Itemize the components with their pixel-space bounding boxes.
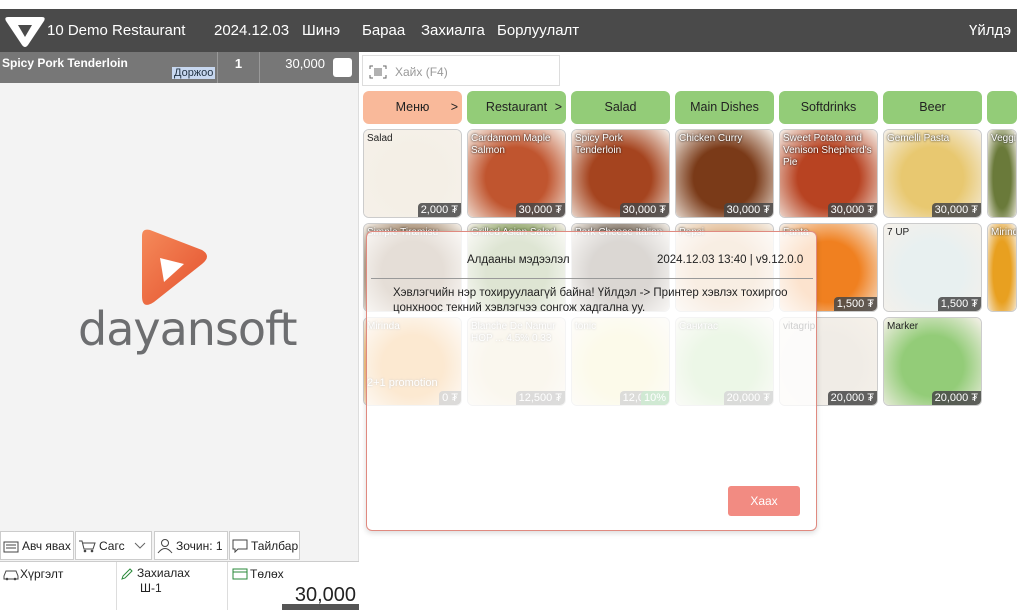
category-label: Main Dishes (690, 100, 759, 114)
user-icon (157, 538, 173, 553)
cash-icon (232, 568, 248, 580)
product-tile[interactable]: Spicy Pork Tenderloin 30,000 ₮ (571, 129, 670, 218)
category-tab[interactable]: Main Dishes (675, 91, 774, 124)
product-price: 30,000 ₮ (619, 203, 669, 217)
guests-button[interactable]: Зочин: 1 (154, 531, 228, 560)
product-name: Sweet Potato and Venison Shepherd's Pie (783, 133, 872, 168)
product-tile[interactable]: Sweet Potato and Venison Shepherd's Pie 3… (779, 129, 878, 218)
category-arrow: > (450, 100, 458, 114)
guests-label: Зочин: 1 (176, 538, 223, 553)
pay-label: Төлөх (250, 567, 284, 581)
product-price: 1,500 ₮ (833, 297, 877, 311)
app-logo-icon[interactable] (4, 13, 46, 49)
dialog-title: Алдааны мэдээлэл (467, 254, 570, 266)
car-icon (3, 570, 19, 581)
comment-icon (232, 539, 248, 553)
category-label: Меню (395, 100, 430, 114)
category-tab[interactable]: Salad (571, 91, 670, 124)
category-label: Softdrinks (800, 100, 857, 114)
restaurant-name[interactable]: 10 Demo Restaurant (47, 22, 185, 39)
brand-wordmark: dayansoft (78, 302, 297, 356)
product-price: 30,000 ₮ (723, 203, 773, 217)
nav-operations[interactable]: Үйлдэ (969, 22, 1011, 39)
top-bar: 10 Demo Restaurant 2024.12.03 Шинэ Бараа… (0, 9, 1017, 52)
table-number: Ш-1 (140, 581, 162, 595)
takeaway-button[interactable]: Авч явах (0, 531, 74, 560)
brand-logo: dayansoft (78, 228, 297, 358)
delivery-label: Хүргэлт (20, 567, 64, 581)
takeaway-icon (3, 541, 19, 552)
dialog-message: Хэвлэгчийн нэр тохируулаагүй байна! Үйлд… (393, 287, 788, 314)
search-placeholder: Хайх (F4) (395, 65, 448, 79)
product-price: 30,000 ₮ (931, 203, 981, 217)
product-name: Marker (887, 321, 919, 332)
category-tab[interactable] (987, 91, 1017, 124)
product-tile[interactable]: Marker 20,000 ₮ (883, 317, 982, 406)
pay-button[interactable]: Төлөх 30,000 (228, 562, 359, 610)
nav-goods[interactable]: Бараа (362, 22, 405, 39)
product-tile[interactable]: Veggie (987, 129, 1017, 218)
footer-status-bar (282, 604, 359, 610)
dialog-timestamp: 2024.12.03 13:40 | v9.12.0.0 (657, 254, 804, 266)
order-line-qty[interactable]: 1 (217, 52, 259, 83)
send-order-label: Захиалах (137, 566, 190, 580)
product-price: 30,000 ₮ (515, 203, 565, 217)
product-name: Salad (367, 133, 393, 144)
product-name: Gemelli Pasta (887, 133, 950, 144)
category-tab[interactable]: Softdrinks (779, 91, 878, 124)
nav-new[interactable]: Шинэ (302, 22, 340, 39)
product-name: Spicy Pork Tenderloin (575, 133, 623, 156)
product-price: 2,000 ₮ (417, 203, 461, 217)
category-tab[interactable]: Restaurant > (467, 91, 566, 124)
product-tile[interactable]: 7 UP 1,500 ₮ (883, 223, 982, 312)
product-price: 20,000 ₮ (827, 391, 877, 405)
product-price: 1,500 ₮ (937, 297, 981, 311)
product-name: Cardamom Maple Salmon (471, 133, 551, 156)
category-label: Restaurant (485, 100, 548, 114)
order-actions: Авч явах Сагс Зочин: 1 Тайлбар (0, 531, 359, 561)
product-tile[interactable]: Gemelli Pasta 30,000 ₮ (883, 129, 982, 218)
category-label: Beer (919, 100, 946, 114)
product-tile[interactable]: Cardamom Maple Salmon 30,000 ₮ (467, 129, 566, 218)
product-search-input[interactable]: Хайх (F4) (362, 55, 560, 86)
product-name: Mirinda (991, 227, 1016, 238)
product-price: 30,000 ₮ (827, 203, 877, 217)
product-name: 7 UP (887, 227, 910, 238)
business-date: 2024.12.03 (214, 22, 290, 39)
chevron-down-icon (134, 542, 145, 549)
dayansoft-logo-icon (142, 229, 207, 305)
basket-dropdown[interactable]: Сагс (75, 531, 152, 560)
product-tile[interactable]: Chicken Curry 30,000 ₮ (675, 129, 774, 218)
order-line-checkbox[interactable] (333, 58, 352, 77)
order-line-name: Spicy Pork Tenderloin (2, 56, 128, 70)
product-tile[interactable]: Mirinda (987, 223, 1017, 312)
product-price: 20,000 ₮ (931, 391, 981, 405)
category-arrow: > (554, 100, 562, 114)
note-button[interactable]: Тайлбар (229, 531, 300, 560)
order-footer: Хүргэлт Захиалах Ш-1 Төлөх 30,000 (0, 561, 359, 610)
barcode-icon (369, 65, 387, 79)
send-order-button[interactable]: Захиалах Ш-1 (117, 562, 228, 610)
dialog-close-button[interactable]: Хаах (728, 486, 800, 516)
order-line-waiter: Доржоо (172, 67, 216, 79)
delivery-button[interactable]: Хүргэлт (0, 562, 117, 610)
cart-icon (79, 540, 96, 552)
product-name: Veggie (991, 133, 1017, 144)
takeaway-label: Авч явах (22, 538, 71, 553)
product-name: Chicken Curry (679, 133, 743, 144)
nav-order[interactable]: Захиалга (421, 22, 485, 39)
order-line[interactable]: Spicy Pork Tenderloin Доржоо 1 30,000 (0, 52, 359, 83)
category-tab[interactable]: Меню > (363, 91, 462, 124)
product-tile[interactable]: Salad 2,000 ₮ (363, 129, 462, 218)
order-line-price: 30,000 (259, 52, 329, 83)
dialog-divider (371, 278, 813, 279)
category-label: Salad (604, 100, 637, 114)
pencil-icon (121, 568, 133, 580)
basket-label: Сагс (99, 538, 125, 553)
note-label: Тайлбар (251, 538, 299, 553)
category-tab[interactable]: Beer (883, 91, 982, 124)
error-dialog: Алдааны мэдээлэл 2024.12.03 13:40 | v9.1… (366, 231, 817, 531)
order-panel: Spicy Pork Tenderloin Доржоо 1 30,000 da… (0, 52, 359, 610)
nav-sales[interactable]: Борлуулалт (497, 22, 579, 39)
